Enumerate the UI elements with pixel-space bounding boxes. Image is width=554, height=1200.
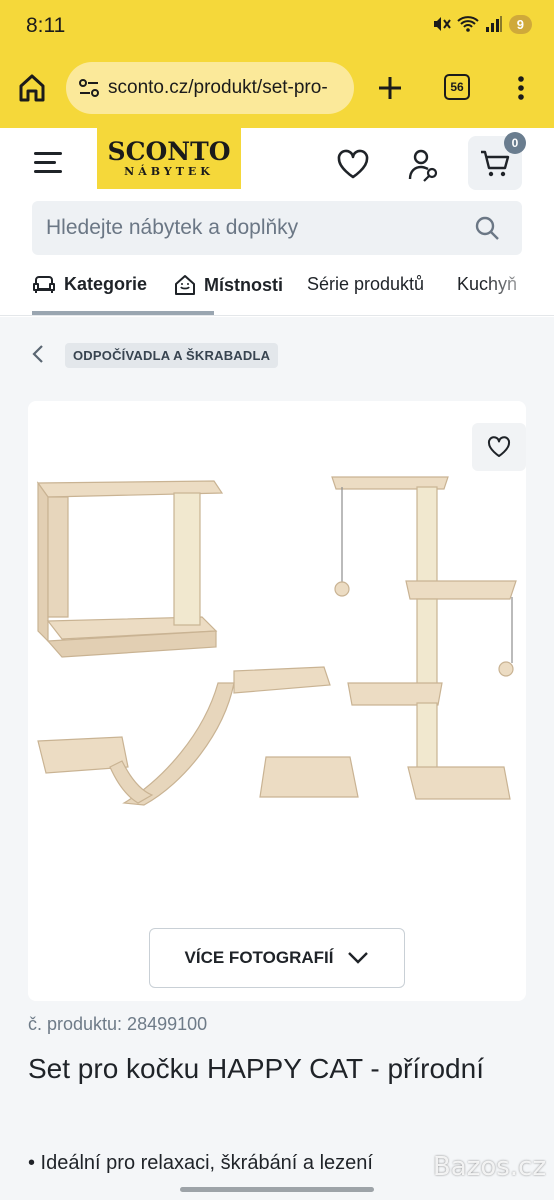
cart-count-badge: 0 [504,132,526,154]
site-settings-icon[interactable] [78,77,100,99]
sofa-icon [33,275,55,293]
back-chevron-icon[interactable] [28,343,48,365]
status-icons: 9 [431,14,532,34]
tab-serie-produktu[interactable]: Série produktů [307,274,424,295]
house-icon [175,275,195,295]
user-account-icon[interactable] [408,148,440,182]
heart-icon [487,436,511,457]
cart-icon [481,150,510,177]
more-menu-icon[interactable] [510,72,532,104]
search-input[interactable] [46,201,466,255]
chevron-down-icon [348,952,369,964]
product-title: Set pro kočku HAPPY CAT - přírodní [28,1053,484,1084]
nav-fade [484,262,554,314]
nav-scroll-indicator [32,311,214,315]
status-time: 8:11 [26,14,66,37]
battery-indicator: 9 [508,14,532,34]
home-icon[interactable] [16,72,48,104]
product-number: č. produktu: 28499100 [28,1014,208,1034]
search-bar [32,201,522,255]
gesture-home-bar[interactable] [180,1187,374,1192]
address-bar[interactable]: sconto.cz/produkt/set-pro- [66,62,354,114]
signal-icon [485,16,502,32]
more-photos-button[interactable]: VÍCE FOTOGRAFIÍ [149,928,405,988]
sconto-logo[interactable]: SCONTO NÁBYTEK [97,128,241,189]
wifi-icon [457,16,479,32]
new-tab-icon[interactable] [374,72,406,104]
tab-kategorie[interactable]: Kategorie [32,274,147,295]
product-feature-bullet: • Ideální pro relaxaci, škrábání a lezen… [28,1152,373,1174]
category-nav: Kategorie Místnosti Série produktů Kuchy… [0,262,554,316]
menu-hamburger-icon[interactable] [34,152,62,174]
product-gallery [28,401,526,1001]
tab-switcher-button[interactable]: 56 [444,74,470,100]
status-bar: 8:11 9 [0,0,554,52]
bazos-watermark: Bazos.cz [432,1152,546,1182]
add-to-wishlist-button[interactable] [472,423,526,471]
tab-mistnosti[interactable]: Místnosti [174,274,283,296]
wishlist-heart-icon[interactable] [336,148,370,180]
product-image[interactable] [34,471,520,831]
mute-icon [433,17,451,31]
site-header: SCONTO NÁBYTEK 0 [0,128,554,200]
search-icon[interactable] [474,215,500,241]
browser-chrome: 8:11 9 sconto.cz/produkt/set-pro- 56 [0,0,554,128]
browser-toolbar: sconto.cz/produkt/set-pro- 56 [0,60,554,116]
breadcrumb[interactable]: ODPOČÍVADLA A ŠKRABADLA [65,343,279,368]
url-text: sconto.cz/produkt/set-pro- [108,77,328,98]
cart-button[interactable]: 0 [468,132,526,190]
